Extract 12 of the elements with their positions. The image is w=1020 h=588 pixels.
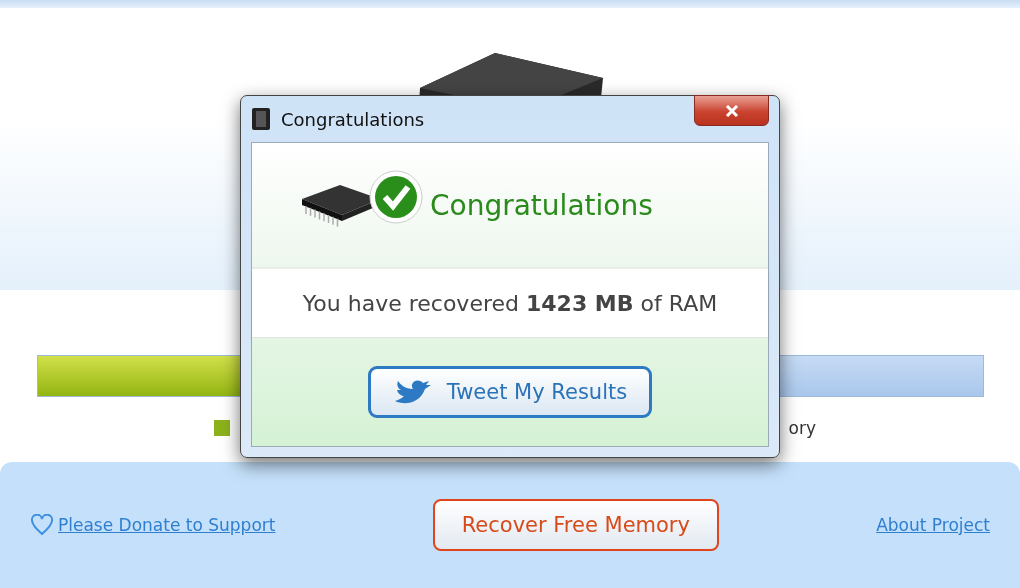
dialog-title: Congratulations bbox=[281, 108, 425, 130]
chip-icon bbox=[251, 107, 271, 131]
donate-link[interactable]: Please Donate to Support bbox=[30, 514, 276, 536]
heart-icon bbox=[30, 514, 54, 536]
close-icon bbox=[724, 104, 739, 117]
recover-memory-button[interactable]: Recover Free Memory bbox=[432, 499, 719, 551]
close-button[interactable] bbox=[694, 95, 769, 126]
congratulations-heading: Congratulations bbox=[430, 188, 653, 222]
tweet-button[interactable]: Tweet My Results bbox=[368, 366, 652, 418]
legend-label: ory bbox=[788, 418, 816, 438]
about-link[interactable]: About Project bbox=[876, 515, 990, 535]
legend-swatch bbox=[214, 420, 230, 436]
